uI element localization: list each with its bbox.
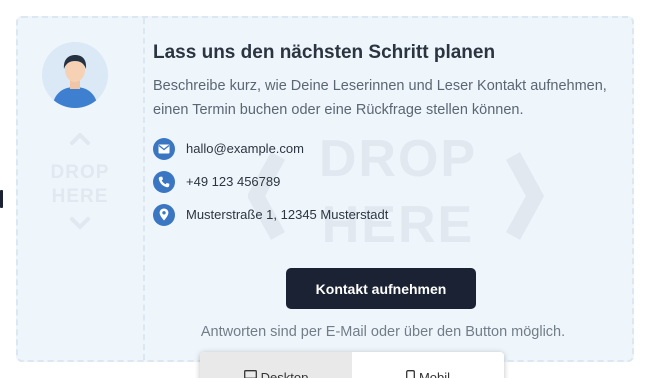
contact-card: DROP HERE DROP HERE Lass uns den nächste… (16, 16, 634, 362)
contact-phone[interactable]: +49 123 456789 (153, 165, 623, 198)
monitor-icon (243, 370, 257, 378)
contact-cta-button[interactable]: Kontakt aufnehmen (286, 268, 476, 309)
column-divider (143, 18, 145, 360)
phone-icon (153, 170, 175, 193)
tab-desktop[interactable]: Desktop (200, 352, 352, 378)
contact-email-text: hallo@example.com (186, 141, 304, 156)
dropzone-small[interactable]: DROP HERE (48, 133, 112, 229)
mail-icon (153, 137, 175, 160)
avatar (42, 42, 108, 108)
contact-address-text: Musterstraße 1, 12345 Musterstadt (186, 207, 389, 222)
contact-list: hallo@example.com +49 123 456789 Musters… (153, 132, 623, 231)
contact-email[interactable]: hallo@example.com (153, 132, 623, 165)
headline: Lass uns den nächsten Schritt planen (153, 42, 496, 63)
location-pin-icon (153, 203, 175, 226)
footnote: Antworten sind per E-Mail oder über den … (200, 324, 566, 340)
editor-stage: DROP HERE DROP HERE Lass uns den nächste… (0, 0, 650, 378)
smartphone-icon (406, 370, 415, 378)
lead-text: Beschreibe kurz, wie Deine Leserinnen un… (153, 78, 607, 118)
device-toggle: Desktop Mobil (200, 352, 504, 378)
content-column: Lass uns den nächsten Schritt planen Bes… (153, 40, 623, 231)
resize-handle[interactable] (0, 190, 3, 208)
contact-address[interactable]: Musterstraße 1, 12345 Musterstadt (153, 198, 623, 231)
contact-phone-text: +49 123 456789 (186, 174, 281, 189)
tab-desktop-label: Desktop (260, 370, 309, 378)
dropzone-arrows-icon (70, 133, 90, 229)
tab-mobile[interactable]: Mobil (352, 352, 504, 378)
person-avatar-icon (42, 42, 108, 108)
tab-mobile-label: Mobil (418, 370, 451, 378)
